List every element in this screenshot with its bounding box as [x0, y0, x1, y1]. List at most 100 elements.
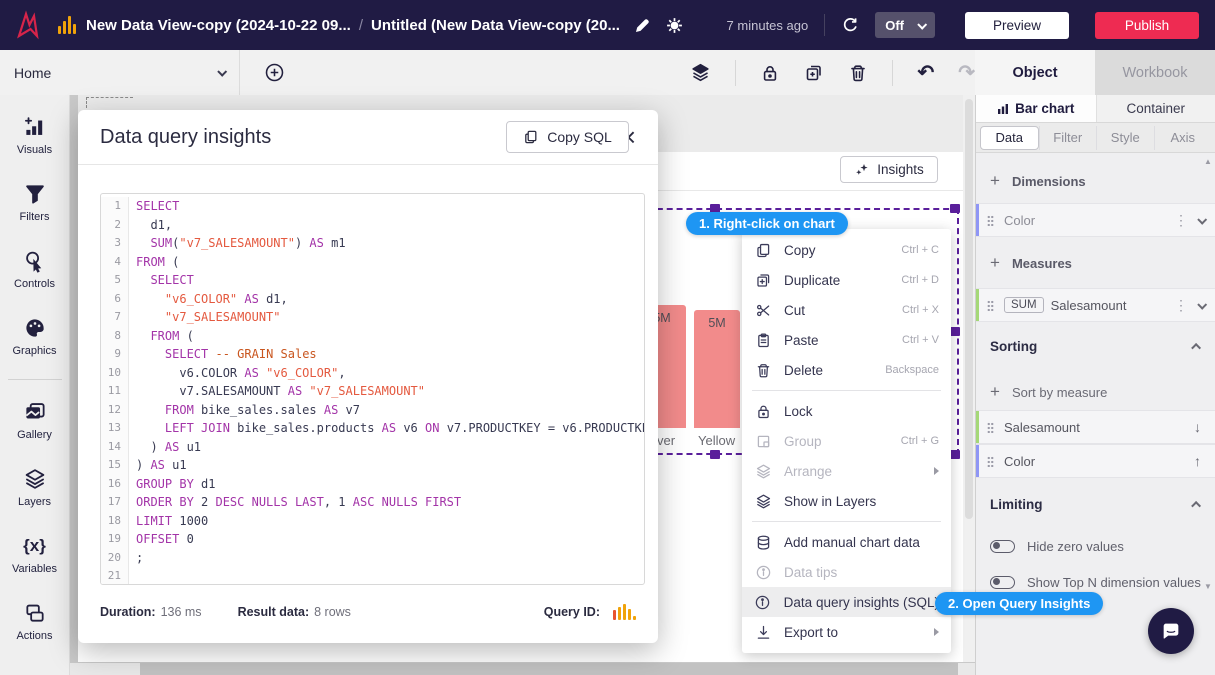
page-selector[interactable]: Home [0, 50, 240, 95]
sql-code-viewer[interactable]: 1SELECT2 d1,3 SUM("v7_SALESAMOUNT") AS m… [100, 193, 645, 585]
menu-item-arrange: Arrange [742, 456, 951, 486]
menu-item-paste[interactable]: PasteCtrl + V [742, 325, 951, 355]
edit-title-button[interactable] [634, 17, 651, 34]
menu-item-duplicate[interactable]: DuplicateCtrl + D [742, 265, 951, 295]
sidebar-item-controls[interactable]: Controls [0, 241, 70, 298]
database-icon [755, 534, 772, 551]
sidebar-item-actions[interactable]: Actions [0, 593, 70, 650]
plus-icon: + [990, 171, 1000, 191]
sidebar-item-visuals[interactable]: Visuals [0, 107, 70, 164]
vertical-scrollbar[interactable] [963, 95, 975, 662]
tab-bar-chart[interactable]: Bar chart [976, 95, 1096, 122]
insights-button[interactable]: Insights [840, 156, 938, 183]
drag-handle-icon[interactable] [987, 300, 994, 311]
scrollbar-thumb[interactable] [965, 99, 973, 519]
sort-ascending-icon[interactable]: ↑ [1194, 453, 1201, 469]
scroll-down-icon[interactable]: ▼ [1204, 582, 1212, 591]
menu-item-copy[interactable]: CopyCtrl + C [742, 235, 951, 265]
publish-button[interactable]: Publish [1095, 12, 1199, 39]
sql-line-number: 20 [101, 549, 129, 568]
kebab-menu-icon[interactable]: ⋮ [1174, 212, 1188, 229]
toggle-row-hide-zero-values[interactable]: Hide zero values [976, 532, 1215, 560]
scroll-up-icon[interactable]: ▲ [1204, 157, 1212, 166]
menu-item-label: Export to [784, 625, 926, 640]
toggle-switch[interactable] [990, 576, 1015, 589]
bar-yellow[interactable]: 5M [694, 310, 740, 428]
selection-handle[interactable] [950, 450, 960, 459]
undo-button[interactable]: ↶ [917, 63, 934, 83]
sidebar-item-filters[interactable]: Filters [0, 174, 70, 231]
selection-handle[interactable] [710, 450, 720, 459]
field-label: Salesamount [1004, 420, 1194, 435]
settings-button[interactable] [665, 16, 684, 35]
sql-line-text: FROM bike_sales.sales AS v7 [129, 401, 360, 420]
drag-handle-icon[interactable] [987, 422, 994, 433]
panel-tab-filter[interactable]: Filter [1039, 126, 1097, 150]
help-chat-button[interactable] [1148, 608, 1194, 654]
sql-line: 19OFFSET 0 [101, 530, 644, 549]
panel-tab-data[interactable]: Data [980, 126, 1039, 150]
panel-tab-style[interactable]: Style [1096, 126, 1154, 150]
menu-item-data-query-insights-sql[interactable]: Data query insights (SQL) [742, 587, 951, 617]
sql-line-number: 9 [101, 345, 129, 364]
menu-item-show-in-layers[interactable]: Show in Layers [742, 486, 951, 516]
menu-item-icon-wrap [754, 493, 772, 510]
tab-workbook[interactable]: Workbook [1095, 50, 1215, 95]
section-header-limiting[interactable]: Limiting [976, 488, 1215, 520]
drag-handle-icon[interactable] [987, 215, 994, 226]
divider [735, 60, 736, 86]
toggle-switch[interactable] [990, 540, 1015, 553]
auto-update-dropdown[interactable]: Off [875, 12, 935, 38]
sql-line: 9 SELECT -- GRAIN Sales [101, 345, 644, 364]
sort-row-salesamount[interactable]: Salesamount↓ [976, 410, 1215, 444]
add-measures-button[interactable]: +Measures [976, 247, 1215, 279]
copy-sql-button[interactable]: Copy SQL [506, 121, 629, 153]
sql-line-text: LEFT JOIN bike_sales.products AS v6 ON v… [129, 419, 645, 438]
tab-container[interactable]: Container [1096, 95, 1215, 122]
breadcrumb-current[interactable]: Untitled (New Data View-copy (20... [371, 17, 620, 34]
layers-toolbar-button[interactable] [690, 62, 711, 83]
sidebar-item-layers[interactable]: Layers [0, 459, 70, 516]
horizontal-scrollbar[interactable] [70, 663, 975, 675]
selection-handle[interactable] [950, 327, 960, 336]
scrollbar-thumb[interactable] [140, 663, 958, 675]
delete-toolbar-button[interactable] [848, 63, 868, 83]
sort-row-color[interactable]: Color↑ [976, 444, 1215, 478]
section-header-sorting[interactable]: Sorting [976, 330, 1215, 362]
duplicate-toolbar-button[interactable] [804, 63, 824, 83]
chevron-down-icon[interactable] [1197, 214, 1207, 224]
measure-row-salesamount[interactable]: SUMSalesamount⋮ [976, 288, 1215, 322]
menu-item-delete[interactable]: DeleteBackspace [742, 355, 951, 385]
breadcrumb-parent[interactable]: New Data View-copy (2024-10-22 09... [86, 17, 351, 34]
sidebar-item-variables[interactable]: {x}Variables [0, 526, 70, 583]
sort-descending-icon[interactable]: ↓ [1194, 419, 1201, 435]
sidebar-item-gallery[interactable]: Gallery [0, 392, 70, 449]
kebab-menu-icon[interactable]: ⋮ [1174, 297, 1188, 314]
aggregation-chip[interactable]: SUM [1004, 297, 1044, 313]
publish-label: Publish [1125, 18, 1169, 33]
container-selection-outline [86, 97, 87, 108]
add-dimensions-button[interactable]: +Dimensions [976, 165, 1215, 197]
preview-button[interactable]: Preview [965, 12, 1069, 39]
menu-item-cut[interactable]: CutCtrl + X [742, 295, 951, 325]
sidebar-item-graphics[interactable]: Graphics [0, 308, 70, 365]
tab-object[interactable]: Object [975, 50, 1095, 95]
drag-handle-icon[interactable] [987, 456, 994, 467]
result-data-label: Result data: [238, 605, 310, 619]
add-page-button[interactable] [264, 62, 285, 83]
add-sort-by-measure-button[interactable]: +Sort by measure [976, 376, 1215, 408]
field-accent [976, 445, 979, 477]
refresh-button[interactable] [841, 16, 859, 34]
bar-value-label: 5M [694, 316, 740, 330]
layers-icon [755, 493, 772, 510]
panel-tab-axis[interactable]: Axis [1154, 126, 1212, 150]
menu-item-lock[interactable]: Lock [742, 396, 951, 426]
lock-toolbar-button[interactable] [760, 63, 780, 83]
menu-item-export-to[interactable]: Export to [742, 617, 951, 647]
selection-handle[interactable] [950, 204, 960, 213]
redo-button[interactable]: ↷ [958, 63, 975, 83]
menu-item-add-manual-chart-data[interactable]: Add manual chart data [742, 527, 951, 557]
chevron-down-icon[interactable] [1197, 299, 1207, 309]
dimension-row-color[interactable]: Color⋮ [976, 203, 1215, 237]
menu-item-icon-wrap [754, 362, 772, 379]
